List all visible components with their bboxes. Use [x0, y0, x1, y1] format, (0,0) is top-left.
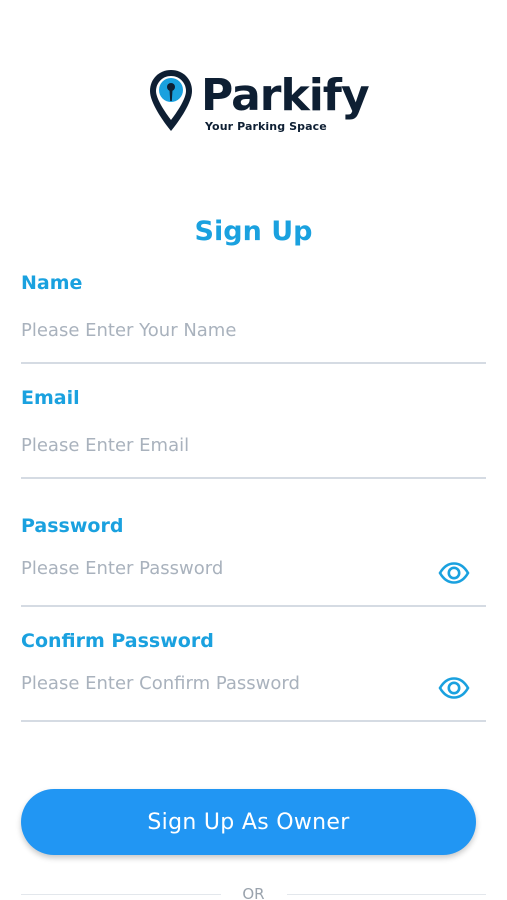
- name-field-group: Name: [21, 270, 486, 364]
- page-title: Sign Up: [194, 216, 313, 247]
- password-field-group: Password: [21, 513, 486, 607]
- brand-logo: Parkify Your Parking Space: [148, 66, 370, 138]
- email-underline: [21, 477, 486, 479]
- sign-up-as-owner-button[interactable]: Sign Up As Owner: [21, 789, 476, 855]
- confirm-password-label: Confirm Password: [21, 630, 214, 652]
- email-field-group: Email: [21, 385, 486, 479]
- password-input[interactable]: [21, 552, 431, 584]
- password-label: Password: [21, 515, 124, 537]
- signup-screen: Parkify Your Parking Space Sign Up Name …: [0, 0, 507, 900]
- email-label: Email: [21, 387, 80, 409]
- eye-icon[interactable]: [438, 561, 470, 585]
- name-input[interactable]: [21, 314, 431, 346]
- password-underline: [21, 605, 486, 607]
- brand-tagline: Your Parking Space: [205, 120, 327, 133]
- confirm-password-field-group: Confirm Password: [21, 628, 486, 722]
- confirm-password-input[interactable]: [21, 667, 431, 699]
- or-divider-text: OR: [242, 885, 265, 900]
- name-label: Name: [21, 272, 83, 294]
- eye-icon[interactable]: [438, 676, 470, 700]
- map-pin-icon: [150, 70, 192, 131]
- email-input[interactable]: [21, 429, 431, 461]
- name-underline: [21, 362, 486, 364]
- confirm-password-underline: [21, 720, 486, 722]
- brand-name: Parkify: [201, 70, 370, 121]
